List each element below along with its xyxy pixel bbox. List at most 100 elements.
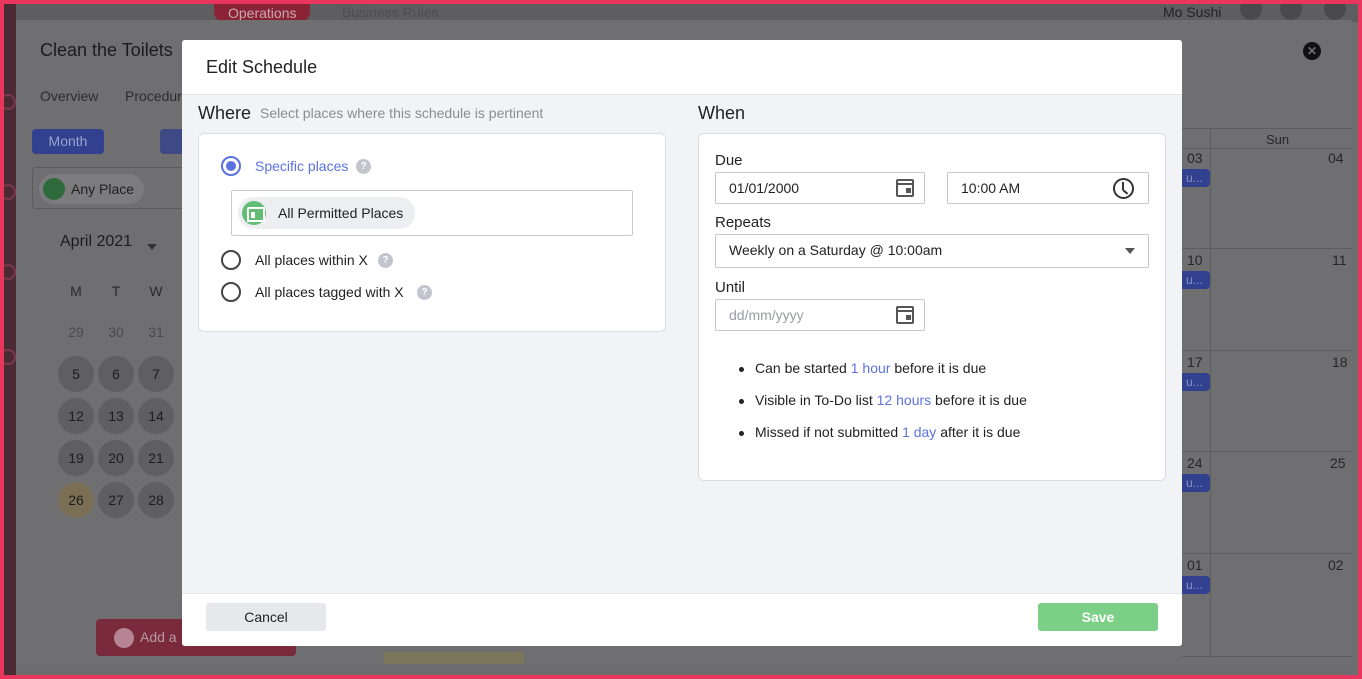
place-selector[interactable]: All Permitted Places: [231, 190, 633, 236]
help-icon[interactable]: ?: [417, 285, 432, 300]
calendar-day[interactable]: 31: [138, 314, 174, 350]
cancel-button[interactable]: Cancel: [206, 603, 326, 631]
chevron-down-icon[interactable]: [147, 244, 157, 250]
calendar-day[interactable]: 30: [98, 314, 134, 350]
avatar-icon[interactable]: [1324, 4, 1346, 20]
nav-home-icon[interactable]: [4, 264, 16, 280]
place-filter[interactable]: Any Place: [32, 167, 192, 209]
modal-header: Edit Schedule: [182, 40, 1182, 95]
rule-visible-duration[interactable]: 12 hours: [877, 392, 931, 408]
calendar-date: 25: [1330, 455, 1346, 471]
grid-divider: [1182, 451, 1352, 452]
repeats-select[interactable]: Weekly on a Saturday @ 10:00am: [715, 234, 1149, 268]
rule-missed-window: Missed if not submitted 1 day after it i…: [739, 424, 1159, 456]
calendar-day[interactable]: 27: [98, 482, 134, 518]
due-date-field[interactable]: 01/01/2000: [715, 172, 925, 204]
calendar-day[interactable]: 12: [58, 398, 94, 434]
rule-visible-window: Visible in To-Do list 12 hours before it…: [739, 392, 1159, 424]
calendar-day[interactable]: 19: [58, 440, 94, 476]
rule-missed-duration[interactable]: 1 day: [902, 424, 936, 440]
repeats-label: Repeats: [715, 214, 771, 231]
option-label-specific-places[interactable]: Specific places: [255, 158, 348, 174]
modal-footer: Cancel Save: [182, 593, 1182, 646]
calendar-day[interactable]: 29: [58, 314, 94, 350]
user-name[interactable]: Mo Sushi: [1163, 4, 1221, 20]
due-label: Due: [715, 152, 743, 169]
store-icon: [242, 201, 266, 225]
weekday-header: T: [111, 283, 121, 299]
calendar-day[interactable]: 28: [138, 482, 174, 518]
where-subtitle: Select places where this schedule is per…: [260, 105, 544, 121]
grid-divider: [1182, 128, 1352, 129]
rule-text: before it is due: [935, 392, 1027, 408]
until-placeholder: dd/mm/yyyy: [729, 307, 804, 323]
clock-icon[interactable]: [1113, 178, 1134, 199]
calendar-day[interactable]: 7: [138, 356, 174, 392]
calendar-day[interactable]: 20: [98, 440, 134, 476]
rule-text: after it is due: [940, 424, 1021, 440]
grid-divider: [1210, 128, 1211, 658]
task-title: Clean the Toilets: [40, 40, 173, 60]
calendar-event[interactable]: u...: [1182, 169, 1210, 187]
grid-divider: [1182, 148, 1352, 149]
place-icon: [43, 178, 65, 200]
calendar-date: 10: [1187, 252, 1203, 268]
until-date-field[interactable]: dd/mm/yyyy: [715, 299, 925, 331]
nav-list-icon[interactable]: [4, 349, 16, 365]
calendar-date: 02: [1328, 557, 1344, 573]
month-view-button[interactable]: Month: [32, 129, 104, 154]
left-nav-rail: [4, 4, 16, 675]
weekday-header: W: [149, 283, 163, 299]
calendar-date: 03: [1187, 150, 1203, 166]
repeats-value: Weekly on a Saturday @ 10:00am: [729, 242, 943, 258]
tab-procedures[interactable]: Procedur: [125, 88, 182, 104]
rule-start-duration[interactable]: 1 hour: [851, 360, 891, 376]
weekday-header: M: [70, 283, 82, 299]
chevron-down-icon: [1125, 248, 1135, 254]
calendar-date: 11: [1332, 252, 1347, 268]
place-filter-chip[interactable]: Any Place: [39, 174, 145, 204]
grid-divider: [1182, 350, 1352, 351]
month-label[interactable]: April 2021: [60, 233, 132, 251]
rule-text: Missed if not submitted: [755, 424, 899, 440]
calendar-date: 04: [1328, 150, 1344, 166]
calendar-icon[interactable]: [896, 179, 914, 197]
grid-divider: [1182, 656, 1352, 657]
person-icon[interactable]: [1240, 4, 1262, 20]
calendar-day[interactable]: 13: [98, 398, 134, 434]
place-chip-label: All Permitted Places: [278, 205, 404, 221]
help-icon[interactable]: ?: [378, 253, 393, 268]
rule-text: before it is due: [894, 360, 987, 376]
calendar-icon[interactable]: [896, 306, 914, 324]
radio-places-tagged[interactable]: [221, 282, 241, 302]
save-button[interactable]: Save: [1038, 603, 1158, 631]
calendar-day[interactable]: 21: [138, 440, 174, 476]
schedule-rules-list: Can be started 1 hour before it is due V…: [739, 360, 1159, 456]
nav-clipboard-icon[interactable]: [4, 184, 16, 200]
help-icon[interactable]: [1280, 4, 1302, 20]
calendar-day[interactable]: 6: [98, 356, 134, 392]
nav-clock-icon[interactable]: [4, 94, 16, 110]
tab-business-rules[interactable]: Business Rules: [342, 4, 439, 20]
calendar-day[interactable]: 5: [58, 356, 94, 392]
calendar-day[interactable]: 14: [138, 398, 174, 434]
calendar-event[interactable]: u...: [1182, 271, 1210, 289]
option-label-places-tagged[interactable]: All places tagged with X: [255, 284, 404, 300]
due-time-field[interactable]: 10:00 AM: [947, 172, 1149, 204]
calendar-event[interactable]: u...: [1182, 373, 1210, 391]
radio-specific-places[interactable]: [221, 156, 241, 176]
close-icon[interactable]: ✕: [1303, 42, 1321, 60]
calendar-day-today[interactable]: 26: [58, 482, 94, 518]
week-calendar-grid: Sun 03 10 17 24 01 04 11 18 25 02 u... u…: [1182, 128, 1352, 658]
option-label-places-within[interactable]: All places within X: [255, 252, 368, 268]
radio-places-within[interactable]: [221, 250, 241, 270]
place-chip[interactable]: All Permitted Places: [238, 197, 416, 229]
when-card: Due 01/01/2000 10:00 AM Repeats Weekly o…: [698, 133, 1166, 481]
help-icon[interactable]: ?: [356, 159, 371, 174]
calendar-date: 18: [1332, 354, 1348, 370]
add-button-label: Add a: [140, 629, 177, 645]
calendar-event[interactable]: u...: [1182, 474, 1210, 492]
calendar-event[interactable]: u...: [1182, 576, 1210, 594]
place-filter-label: Any Place: [71, 181, 135, 197]
tab-overview[interactable]: Overview: [40, 88, 98, 104]
